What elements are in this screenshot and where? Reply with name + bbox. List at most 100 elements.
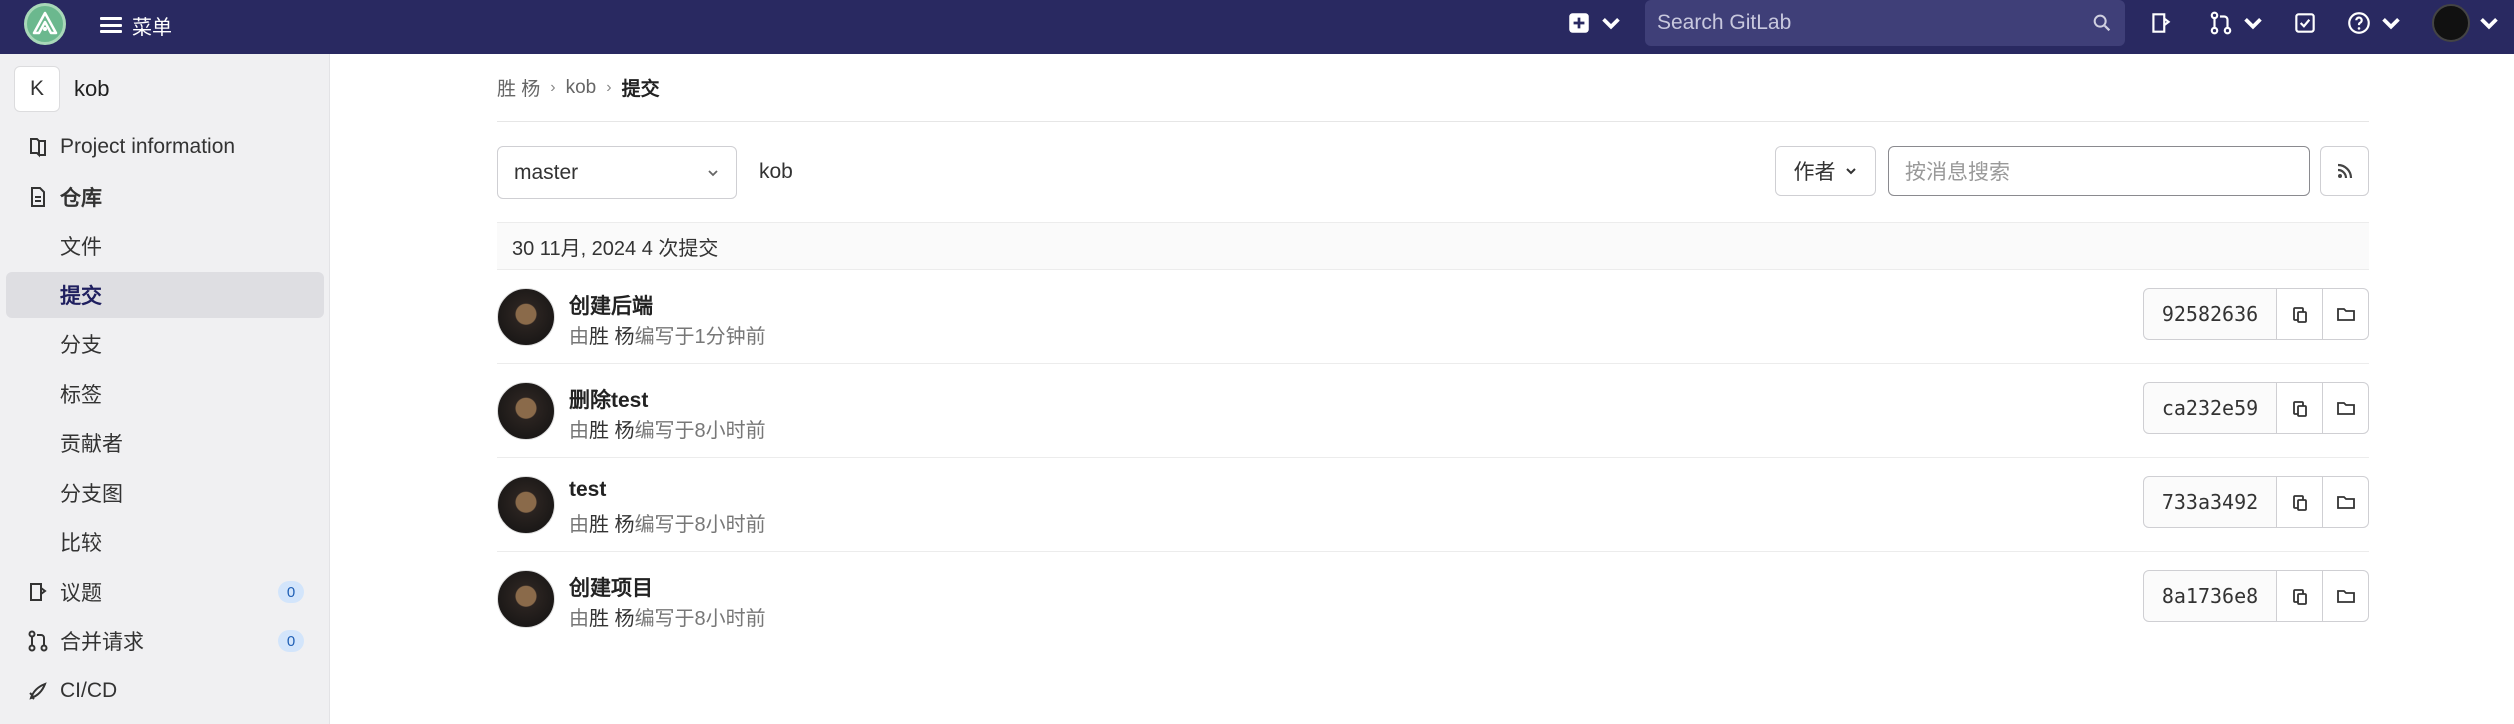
sidebar-item-repository[interactable]: 仓库 (6, 174, 324, 220)
sidebar-item-label: 分支图 (60, 483, 123, 506)
author-filter-dropdown[interactable]: 作者 (1775, 146, 1876, 196)
count-badge: 0 (278, 581, 304, 603)
sidebar-item-compare[interactable]: 比较 (6, 519, 324, 565)
top-navbar: 菜单 Search GitLab (0, 0, 2514, 54)
breadcrumb-current[interactable]: 提交 (622, 74, 660, 101)
commit-sha-group: ca232e59 (2143, 382, 2369, 434)
gitlab-logo-icon[interactable] (24, 3, 66, 45)
browse-files-button[interactable] (2323, 288, 2369, 340)
commit-author[interactable]: 胜 杨 (589, 420, 635, 442)
commit-author-avatar[interactable] (497, 288, 555, 346)
merge-requests-dropdown[interactable] (2208, 8, 2266, 38)
chevron-down-icon (708, 170, 718, 177)
commit-author-avatar[interactable] (497, 570, 555, 628)
copy-icon (2292, 589, 2307, 605)
hamburger-icon (100, 17, 122, 33)
commit-message-search-input[interactable]: 按消息搜索 (1888, 146, 2310, 196)
todos-button[interactable] (2292, 8, 2318, 38)
commit-sha-group: 8a1736e8 (2143, 570, 2369, 622)
help-dropdown[interactable] (2346, 8, 2404, 38)
new-item-dropdown[interactable] (1566, 8, 1624, 38)
commit-by: 由 (569, 608, 589, 630)
sidebar-item-label: 分支 (60, 334, 102, 357)
commit-meta: 由胜 杨编写于1分钟前 (569, 320, 766, 349)
sidebar-item-contributors[interactable]: 贡献者 (6, 420, 324, 466)
commit-time: 编写于8小时前 (634, 608, 766, 630)
breadcrumb-project[interactable]: kob (566, 77, 597, 99)
user-avatar[interactable] (2432, 4, 2470, 42)
chevron-down-icon (1845, 168, 1856, 175)
book-icon (30, 138, 46, 158)
divider (497, 121, 2369, 122)
menu-button[interactable]: 菜单 (100, 7, 172, 43)
commit-sha[interactable]: 92582636 (2143, 288, 2277, 340)
copy-icon (2292, 401, 2307, 417)
commit-author-avatar[interactable] (497, 476, 555, 534)
copy-sha-button[interactable] (2277, 476, 2323, 528)
folder-open-icon (2336, 402, 2355, 415)
sidebar-item-label: Project information (60, 135, 236, 158)
sidebar-item-label: CI/CD (60, 679, 118, 702)
copy-sha-button[interactable] (2277, 288, 2323, 340)
todo-check-icon (2295, 13, 2315, 33)
commit-by: 由 (569, 514, 589, 536)
commit-sha[interactable]: 733a3492 (2143, 476, 2277, 528)
browse-files-button[interactable] (2323, 382, 2369, 434)
commit-title[interactable]: 创建后端 (569, 290, 653, 320)
commit-meta: 由胜 杨编写于8小时前 (569, 414, 766, 443)
commit-by: 由 (569, 326, 589, 348)
commit-title[interactable]: 删除test (569, 384, 648, 414)
issues-icon (30, 583, 47, 601)
sidebar-item-tags[interactable]: 标签 (6, 371, 324, 417)
menu-label: 菜单 (132, 16, 172, 39)
folder-open-icon (2336, 308, 2355, 321)
breadcrumb: 胜 杨 › kob › 提交 (497, 74, 660, 101)
sidebar-item-graph[interactable]: 分支图 (6, 470, 324, 516)
merge-request-icon (28, 630, 48, 652)
issues-nav-button[interactable] (2148, 8, 2174, 38)
folder-open-icon (2336, 496, 2355, 509)
commit-by: 由 (569, 420, 589, 442)
browse-files-button[interactable] (2323, 476, 2369, 528)
sidebar-item-label: 文件 (60, 236, 102, 259)
sidebar-item-label: 仓库 (60, 187, 102, 210)
commit-author[interactable]: 胜 杨 (589, 326, 635, 348)
commit-author[interactable]: 胜 杨 (589, 608, 635, 630)
sidebar-item-files[interactable]: 文件 (6, 223, 324, 269)
commit-row: 删除test 由胜 杨编写于8小时前 ca232e59 (497, 364, 2369, 458)
sidebar-item-merge-requests[interactable]: 合并请求 0 (6, 618, 324, 664)
user-menu-chevron[interactable] (2476, 8, 2502, 38)
chevron-down-icon (2480, 17, 2498, 30)
copy-sha-button[interactable] (2277, 570, 2323, 622)
search-placeholder: Search GitLab (1657, 11, 1792, 34)
project-header[interactable]: K kob (14, 66, 109, 112)
chevron-right-icon: › (550, 78, 556, 96)
project-avatar: K (14, 66, 60, 112)
sidebar-item-ci-cd[interactable]: CI/CD (6, 668, 324, 714)
commit-row: 创建后端 由胜 杨编写于1分钟前 92582636 (497, 270, 2369, 364)
breadcrumb-user[interactable]: 胜 杨 (497, 74, 540, 101)
commit-time: 编写于1分钟前 (634, 326, 766, 348)
commit-title[interactable]: test (569, 478, 606, 502)
commit-author-avatar[interactable] (497, 382, 555, 440)
rss-icon (2337, 163, 2352, 179)
copy-sha-button[interactable] (2277, 382, 2323, 434)
commit-sha[interactable]: ca232e59 (2143, 382, 2277, 434)
sidebar-item-label: 贡献者 (60, 433, 123, 456)
issues-icon (2152, 13, 2171, 33)
path-breadcrumb[interactable]: kob (759, 160, 793, 184)
rss-feed-button[interactable] (2320, 146, 2369, 196)
branch-select[interactable]: master (497, 146, 737, 199)
commit-sha[interactable]: 8a1736e8 (2143, 570, 2277, 622)
browse-files-button[interactable] (2323, 570, 2369, 622)
sidebar-item-branches[interactable]: 分支 (6, 321, 324, 367)
search-input[interactable]: Search GitLab (1645, 0, 2125, 46)
sidebar-item-commits[interactable]: 提交 (6, 272, 324, 318)
commit-title[interactable]: 创建项目 (569, 572, 653, 602)
sidebar-item-label: 比较 (60, 532, 102, 555)
folder-open-icon (2336, 590, 2355, 603)
sidebar-item-issues[interactable]: 议题 0 (6, 569, 324, 615)
sidebar-item-label: 标签 (60, 384, 102, 407)
sidebar-item-project-information[interactable]: Project information (6, 124, 324, 170)
commit-author[interactable]: 胜 杨 (589, 514, 635, 536)
